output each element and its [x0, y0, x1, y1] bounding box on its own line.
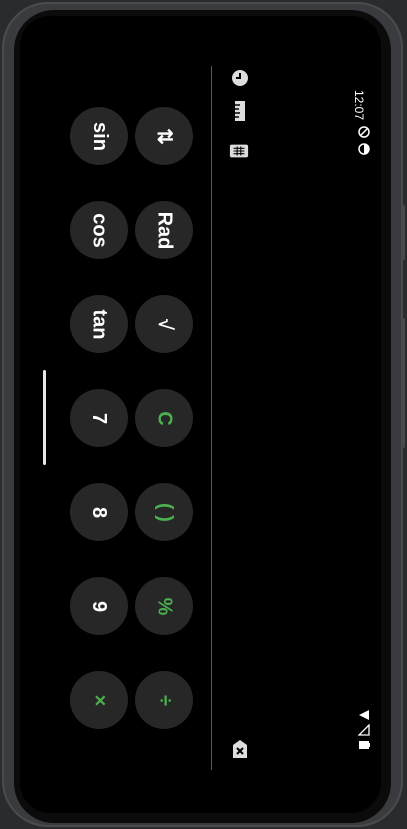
nine-button[interactable]: 9 [70, 577, 128, 635]
dnd-icon [358, 125, 370, 138]
clock-icon[interactable] [230, 68, 250, 88]
nine-label: 9 [88, 600, 111, 612]
ruler-icon[interactable] [230, 101, 250, 121]
clear-label: C [153, 410, 176, 426]
calculator-icon[interactable] [229, 141, 249, 161]
seven-label: 7 [88, 412, 111, 424]
rad-label: Rad [153, 211, 176, 249]
sin-button[interactable]: sin [70, 107, 128, 165]
sin-label: sin [88, 121, 111, 151]
parentheses-label: ( ) [153, 502, 176, 522]
signal-icon [357, 723, 370, 736]
volume-button [401, 318, 405, 448]
rad-button[interactable]: Rad [135, 201, 193, 259]
display-divider [211, 66, 212, 770]
multiply-button[interactable]: × [70, 671, 128, 729]
multiply-label: × [88, 694, 111, 706]
battery-icon [358, 738, 370, 750]
backspace-icon[interactable] [230, 739, 250, 759]
wifi-icon [358, 708, 370, 720]
seven-button[interactable]: 7 [70, 389, 128, 447]
cos-button[interactable]: cos [70, 201, 128, 259]
status-bar: 12:07 [352, 80, 378, 760]
power-button [401, 205, 405, 260]
percent-label: % [153, 597, 176, 615]
parentheses-button[interactable]: ( ) [135, 483, 193, 541]
eight-label: 8 [88, 506, 111, 518]
keypad-drag-handle[interactable] [43, 370, 46, 465]
swap-label: ⇅ [152, 127, 175, 145]
cos-label: cos [88, 212, 111, 248]
divide-button[interactable]: ÷ [135, 671, 193, 729]
divide-label: ÷ [153, 694, 176, 706]
status-time: 12:07 [352, 89, 367, 121]
data-saver-icon [358, 142, 370, 155]
percent-button[interactable]: % [135, 577, 193, 635]
eight-button[interactable]: 8 [70, 483, 128, 541]
sqrt-button[interactable]: √ [135, 295, 193, 353]
swap-layout-button[interactable]: ⇅ [135, 107, 193, 165]
tan-button[interactable]: tan [70, 295, 128, 353]
clear-button[interactable]: C [135, 389, 193, 447]
sqrt-label: √ [153, 318, 176, 330]
tan-label: tan [88, 309, 111, 339]
